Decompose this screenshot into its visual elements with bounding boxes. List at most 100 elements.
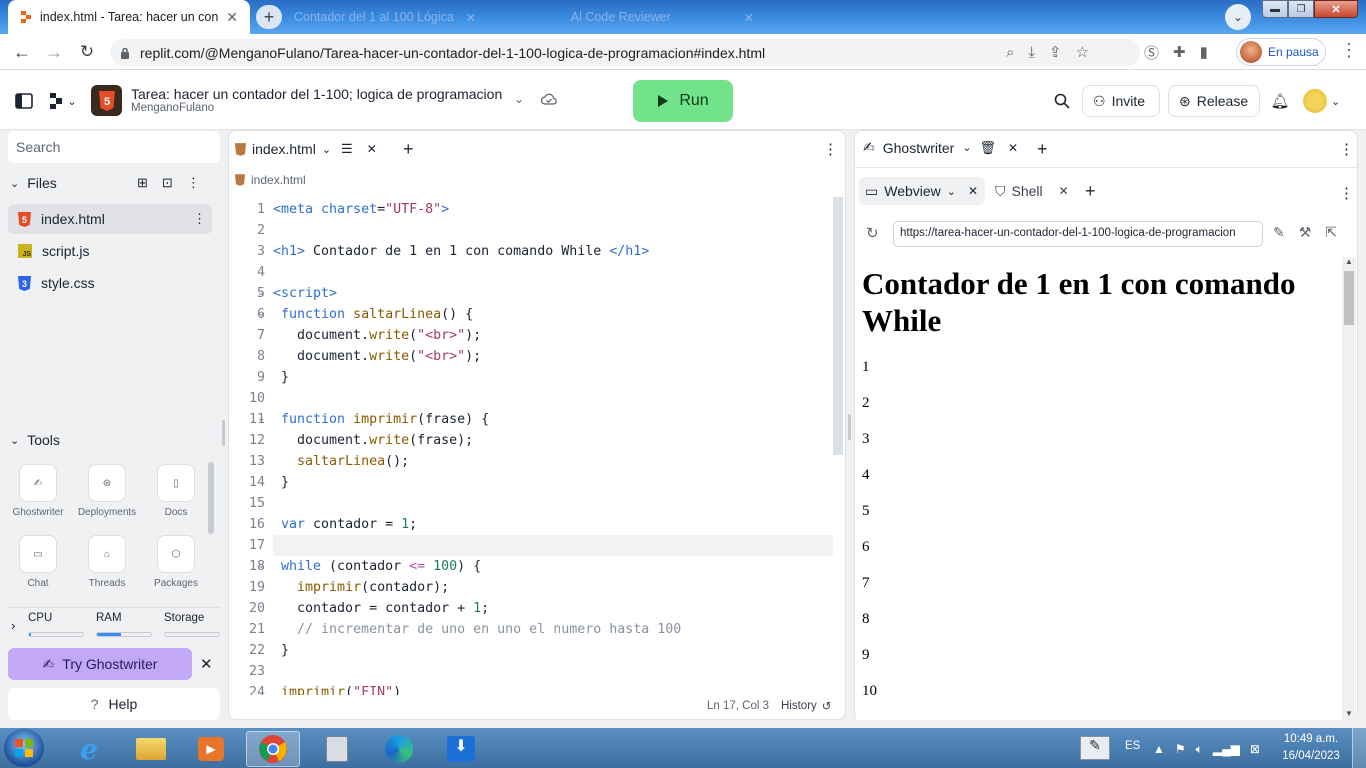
fold-chevron-icon[interactable]: ⌄ [257, 560, 265, 571]
downloader-icon[interactable]: ⬇ [438, 731, 484, 767]
code-line[interactable]: 24 imprimir("FIN") [229, 682, 833, 695]
pane-resize-handle[interactable] [848, 414, 851, 440]
code-line[interactable]: 7 document.write("<br>"); [229, 325, 833, 346]
run-button[interactable]: Run [633, 80, 733, 122]
signal-bars-icon[interactable]: ▂▄▆ [1213, 742, 1240, 756]
tray-expand-icon[interactable]: ▲ [1153, 742, 1165, 756]
history-button[interactable]: History ↺ [781, 699, 831, 713]
trash-icon[interactable]: 🗑︎ [980, 140, 997, 156]
fold-chevron-icon[interactable]: ⌄ [257, 413, 265, 424]
replit-logo-menu[interactable]: ⌄ [48, 91, 78, 111]
code-line[interactable]: 10 [229, 388, 833, 409]
browser-tab-active[interactable]: index.html - Tarea: hacer un contador ✕ [8, 0, 250, 34]
scrollbar-thumb[interactable] [1344, 271, 1354, 325]
code-line[interactable]: 12 document.write(frase); [229, 430, 833, 451]
scrollbar-up-icon[interactable]: ▲ [1342, 257, 1356, 271]
side-panel-icon[interactable]: ▮ [1200, 43, 1208, 61]
webview-url-input[interactable]: https://tarea-hacer-un-contador-del-1-10… [893, 221, 1263, 247]
chevron-down-icon[interactable]: ⌄ [962, 141, 971, 154]
format-lines-icon[interactable]: ☰ [341, 141, 353, 157]
chrome-icon[interactable] [246, 731, 300, 767]
resource-usage[interactable]: › CPU RAM Storage [8, 607, 220, 641]
code-line[interactable]: 20 contador = contador + 1; [229, 598, 833, 619]
calculator-icon[interactable] [314, 731, 360, 767]
chevron-down-icon[interactable]: ⌄ [322, 143, 331, 156]
fold-chevron-icon[interactable]: ⌄ [257, 308, 265, 319]
media-player-icon[interactable]: ▶ [188, 731, 234, 767]
forward-button[interactable]: → [42, 40, 66, 64]
code-line[interactable]: 6 function saltarLinea() { [229, 304, 833, 325]
file-explorer-icon[interactable] [128, 731, 174, 767]
more-options-icon[interactable]: ⋮ [1339, 184, 1354, 202]
code-line[interactable]: 17 [229, 535, 833, 556]
network-error-icon[interactable]: ⊠ [1250, 742, 1260, 756]
show-desktop-button[interactable] [1352, 728, 1366, 768]
close-tab-icon[interactable]: ✕ [1008, 141, 1018, 155]
language-indicator[interactable]: ES [1125, 740, 1140, 752]
close-tab-icon[interactable]: ✕ [1059, 184, 1069, 198]
file-item-style-css[interactable]: 3 style.css [8, 268, 212, 298]
code-line[interactable]: 13 saltarLinea(); [229, 451, 833, 472]
new-tab-icon[interactable]: + [1085, 181, 1096, 202]
code-line[interactable]: 5 <script> [229, 283, 833, 304]
repl-title[interactable]: Tarea: hacer un contador del 1-100; logi… [131, 86, 502, 102]
close-icon[interactable]: ✕ [200, 655, 213, 673]
tools-section-header[interactable]: ⌄ Tools [10, 430, 210, 450]
share-icon[interactable]: ⇪ [1049, 43, 1062, 61]
fold-chevron-icon[interactable]: ⌄ [257, 287, 265, 298]
more-options-icon[interactable]: ⋮ [193, 211, 206, 227]
close-tab-icon[interactable]: ✕ [968, 184, 978, 198]
code-line[interactable]: 3 <h1> Contador de 1 en 1 con comando Whi… [229, 241, 833, 262]
code-line[interactable]: 8 document.write("<br>"); [229, 346, 833, 367]
code-line[interactable]: 14 } [229, 472, 833, 493]
webview-tab[interactable]: ▭ Webview ⌄ ✕ [859, 177, 985, 205]
clock-date[interactable]: 16/04/2023 [1278, 750, 1344, 762]
browser-tab-2[interactable]: Contador del 1 al 100 Lógica d ✕ [282, 0, 488, 34]
new-file-icon[interactable]: ⊞ [137, 175, 148, 191]
maximize-button[interactable]: ❐ [1288, 0, 1314, 18]
install-app-icon[interactable]: ⤓ [1028, 44, 1035, 61]
tool-ghostwriter[interactable]: ✍︎ Ghostwriter [5, 464, 71, 523]
chevron-down-icon[interactable]: ⌄ [514, 92, 524, 106]
profile-button[interactable]: En pausa [1236, 38, 1326, 66]
tab-search-button[interactable]: ⌄ [1225, 4, 1251, 30]
shell-tab[interactable]: ⛉ Shell ✕ [995, 177, 1069, 205]
internet-explorer-icon[interactable]: e [66, 731, 112, 767]
browser-tab-3[interactable]: Al Code Reviewer ✕ [494, 0, 766, 34]
close-window-button[interactable]: ✕ [1314, 0, 1358, 18]
code-line[interactable]: 1 <meta charset="UTF-8"> [229, 199, 833, 220]
release-button[interactable]: ⊛ Release [1168, 85, 1260, 117]
toggle-sidebar-icon[interactable] [14, 91, 34, 111]
code-line[interactable]: 9 } [229, 367, 833, 388]
more-options-icon[interactable]: ⋮ [823, 140, 838, 158]
puzzle-extensions-icon[interactable]: ✚ [1173, 43, 1186, 61]
tool-packages[interactable]: ⬡ Packages [143, 535, 209, 594]
code-line[interactable]: 22 } [229, 640, 833, 661]
start-button[interactable] [4, 729, 44, 767]
ghostwriter-tab[interactable]: ✍︎ Ghostwriter ⌄ 🗑︎ ✕ [863, 139, 1018, 156]
minimize-button[interactable]: ▬ [1262, 0, 1288, 18]
webview-reload-icon[interactable]: ↻ [866, 224, 879, 242]
close-tab-icon[interactable]: ✕ [226, 9, 238, 26]
browser-menu-icon[interactable]: ⋮ [1340, 40, 1358, 64]
code-line[interactable]: 4 [229, 262, 833, 283]
open-new-tab-icon[interactable]: ⇱ [1325, 224, 1337, 242]
tool-chat[interactable]: ▭ Chat [5, 535, 71, 594]
reload-button[interactable]: ↻ [75, 40, 99, 64]
notifications-bell-icon[interactable]: 🔔︎ [1270, 91, 1290, 111]
code-line[interactable]: 18 while (contador <= 100) { [229, 556, 833, 577]
more-options-icon[interactable]: ⋮ [187, 175, 200, 191]
new-tab-button[interactable]: + [256, 5, 282, 29]
edge-icon[interactable] [376, 731, 422, 767]
volume-icon[interactable]: 🔈︎ [1196, 742, 1203, 757]
devtools-wrench-icon[interactable]: ⚒ [1299, 224, 1312, 242]
code-line[interactable]: 21 // incrementar de uno en uno el numer… [229, 619, 833, 640]
invite-button[interactable]: ⚇ Invite [1082, 85, 1160, 117]
pen-tablet-icon[interactable]: ✎ [1080, 736, 1110, 760]
close-tab-icon[interactable]: ✕ [466, 10, 476, 25]
webview-scrollbar[interactable]: ▲ ▼ [1342, 257, 1356, 720]
sidebar-resize-handle[interactable] [222, 420, 225, 446]
address-bar[interactable]: replit.com/@MenganoFulano/Tarea-hacer-un… [110, 39, 1140, 66]
new-tab-icon[interactable]: + [1037, 139, 1048, 160]
close-tab-icon[interactable]: ✕ [744, 10, 754, 25]
